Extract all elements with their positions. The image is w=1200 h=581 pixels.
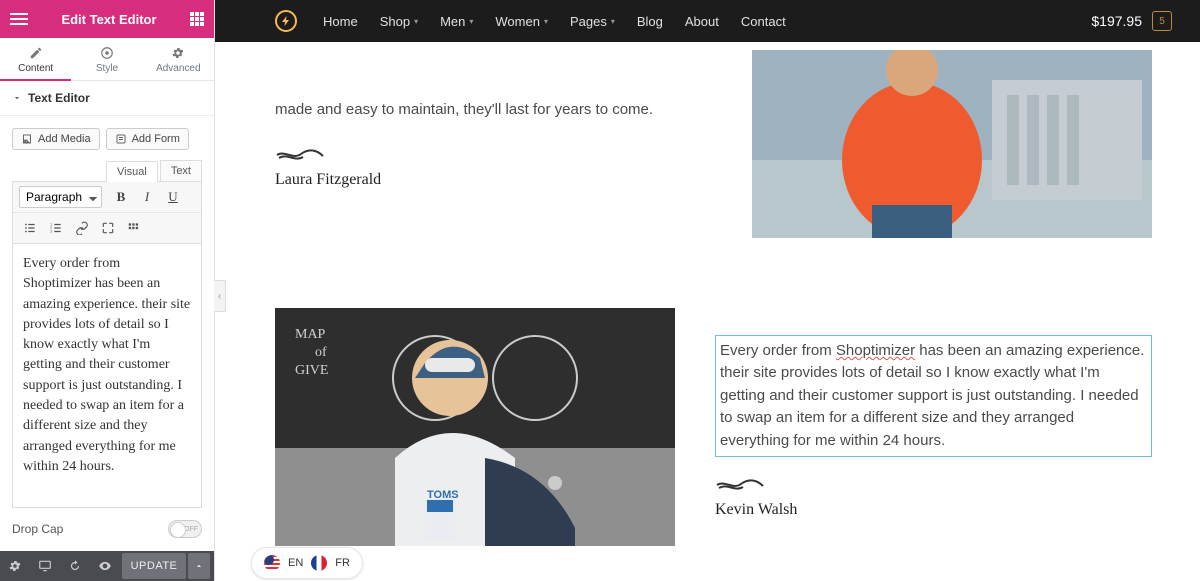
mode-visual[interactable]: Visual — [106, 161, 158, 182]
testimonial-1-author: Laura Fitzgerald — [275, 171, 712, 189]
lang-fr[interactable]: FR — [335, 557, 350, 569]
testimonial-1-image — [752, 50, 1152, 238]
update-button[interactable]: UPDATE — [122, 553, 186, 579]
svg-text:3: 3 — [50, 230, 52, 234]
separator-icon — [275, 149, 325, 163]
apps-icon[interactable] — [190, 12, 204, 26]
add-form-button[interactable]: Add Form — [106, 128, 189, 150]
mode-text[interactable]: Text — [160, 160, 202, 181]
svg-text:TOMS: TOMS — [427, 489, 459, 501]
panel-tabs: Content Style Advanced — [0, 38, 214, 81]
menu-icon[interactable] — [10, 13, 28, 25]
fullscreen-button[interactable] — [97, 217, 119, 239]
editor-sidebar: Edit Text Editor Content Style Advanced … — [0, 0, 215, 581]
editor-toolbar: Paragraph B I U 123 — [12, 181, 202, 244]
nav-item-pages[interactable]: Pages▾ — [570, 14, 615, 29]
svg-text:GIVE: GIVE — [295, 363, 328, 378]
site-navbar: Home Shop▾ Men▾ Women▾ Pages▾ Blog About Contac… — [215, 0, 1200, 42]
testimonial-1-text: made and easy to maintain, they'll last … — [275, 99, 712, 190]
settings-icon[interactable] — [0, 551, 30, 581]
sidebar-header: Edit Text Editor — [0, 0, 214, 38]
editor-textarea[interactable]: Every order from Shoptimizer has been an… — [12, 244, 202, 508]
link-button[interactable] — [71, 217, 93, 239]
spellcheck-brand: Shoptimizer — [836, 342, 915, 359]
chevron-down-icon: ▾ — [544, 17, 548, 26]
testimonial-2-image: MAP of GIVE TOMS — [275, 308, 675, 546]
testimonial-1-body: made and easy to maintain, they'll last … — [275, 99, 712, 122]
nav-item-contact[interactable]: Contact — [741, 14, 786, 29]
preview-icon[interactable] — [90, 551, 120, 581]
svg-text:MAP: MAP — [295, 327, 326, 342]
testimonial-2-text: Every order from Shoptimizer has been an… — [715, 335, 1152, 520]
tab-style[interactable]: Style — [71, 38, 142, 80]
bold-button[interactable]: B — [110, 186, 132, 208]
panel-title: Edit Text Editor — [61, 12, 156, 27]
flag-fr-icon[interactable] — [311, 555, 327, 571]
add-media-button[interactable]: Add Media — [12, 128, 100, 150]
flag-us-icon[interactable] — [264, 555, 280, 571]
chevron-down-icon: ▾ — [414, 17, 418, 26]
nav-item-about[interactable]: About — [685, 14, 719, 29]
tab-advanced[interactable]: Advanced — [143, 38, 214, 80]
dropcap-label: Drop Cap — [12, 522, 63, 536]
history-icon[interactable] — [60, 551, 90, 581]
chevron-down-icon: ▾ — [469, 17, 473, 26]
number-list-button[interactable]: 123 — [45, 217, 67, 239]
panel-body: Add Media Add Form Visual Text Paragraph… — [0, 116, 214, 551]
nav-item-blog[interactable]: Blog — [637, 14, 663, 29]
separator-icon — [715, 479, 765, 493]
tab-content[interactable]: Content — [0, 38, 71, 80]
testimonial-2-author: Kevin Walsh — [715, 501, 1152, 519]
bullet-list-button[interactable] — [19, 217, 41, 239]
nav-item-men[interactable]: Men▾ — [440, 14, 473, 29]
cart-price[interactable]: $197.95 — [1091, 13, 1142, 29]
collapse-sidebar-button[interactable]: ‹ — [214, 280, 226, 312]
cart-badge[interactable]: 5 — [1152, 11, 1172, 31]
svg-text:of: of — [315, 345, 327, 360]
editing-highlight[interactable]: Every order from Shoptimizer has been an… — [715, 335, 1152, 458]
update-options-button[interactable] — [188, 553, 210, 579]
site-logo[interactable] — [275, 10, 297, 32]
nav-item-women[interactable]: Women▾ — [495, 14, 548, 29]
toolbar-toggle-button[interactable] — [123, 217, 145, 239]
format-select[interactable]: Paragraph — [19, 186, 102, 208]
preview-area: Home Shop▾ Men▾ Women▾ Pages▾ Blog About Contac… — [215, 0, 1200, 581]
lang-en[interactable]: EN — [288, 557, 303, 569]
chevron-down-icon: ▾ — [611, 17, 615, 26]
nav-item-home[interactable]: Home — [323, 14, 358, 29]
sidebar-footer: UPDATE — [0, 551, 214, 581]
underline-button[interactable]: U — [162, 186, 184, 208]
dropcap-toggle[interactable]: OFF — [168, 520, 202, 538]
italic-button[interactable]: I — [136, 186, 158, 208]
testimonial-2-body: Every order from Shoptimizer has been an… — [720, 340, 1147, 453]
section-text-editor[interactable]: Text Editor — [0, 81, 214, 116]
nav-item-shop[interactable]: Shop▾ — [380, 14, 418, 29]
responsive-icon[interactable] — [30, 551, 60, 581]
